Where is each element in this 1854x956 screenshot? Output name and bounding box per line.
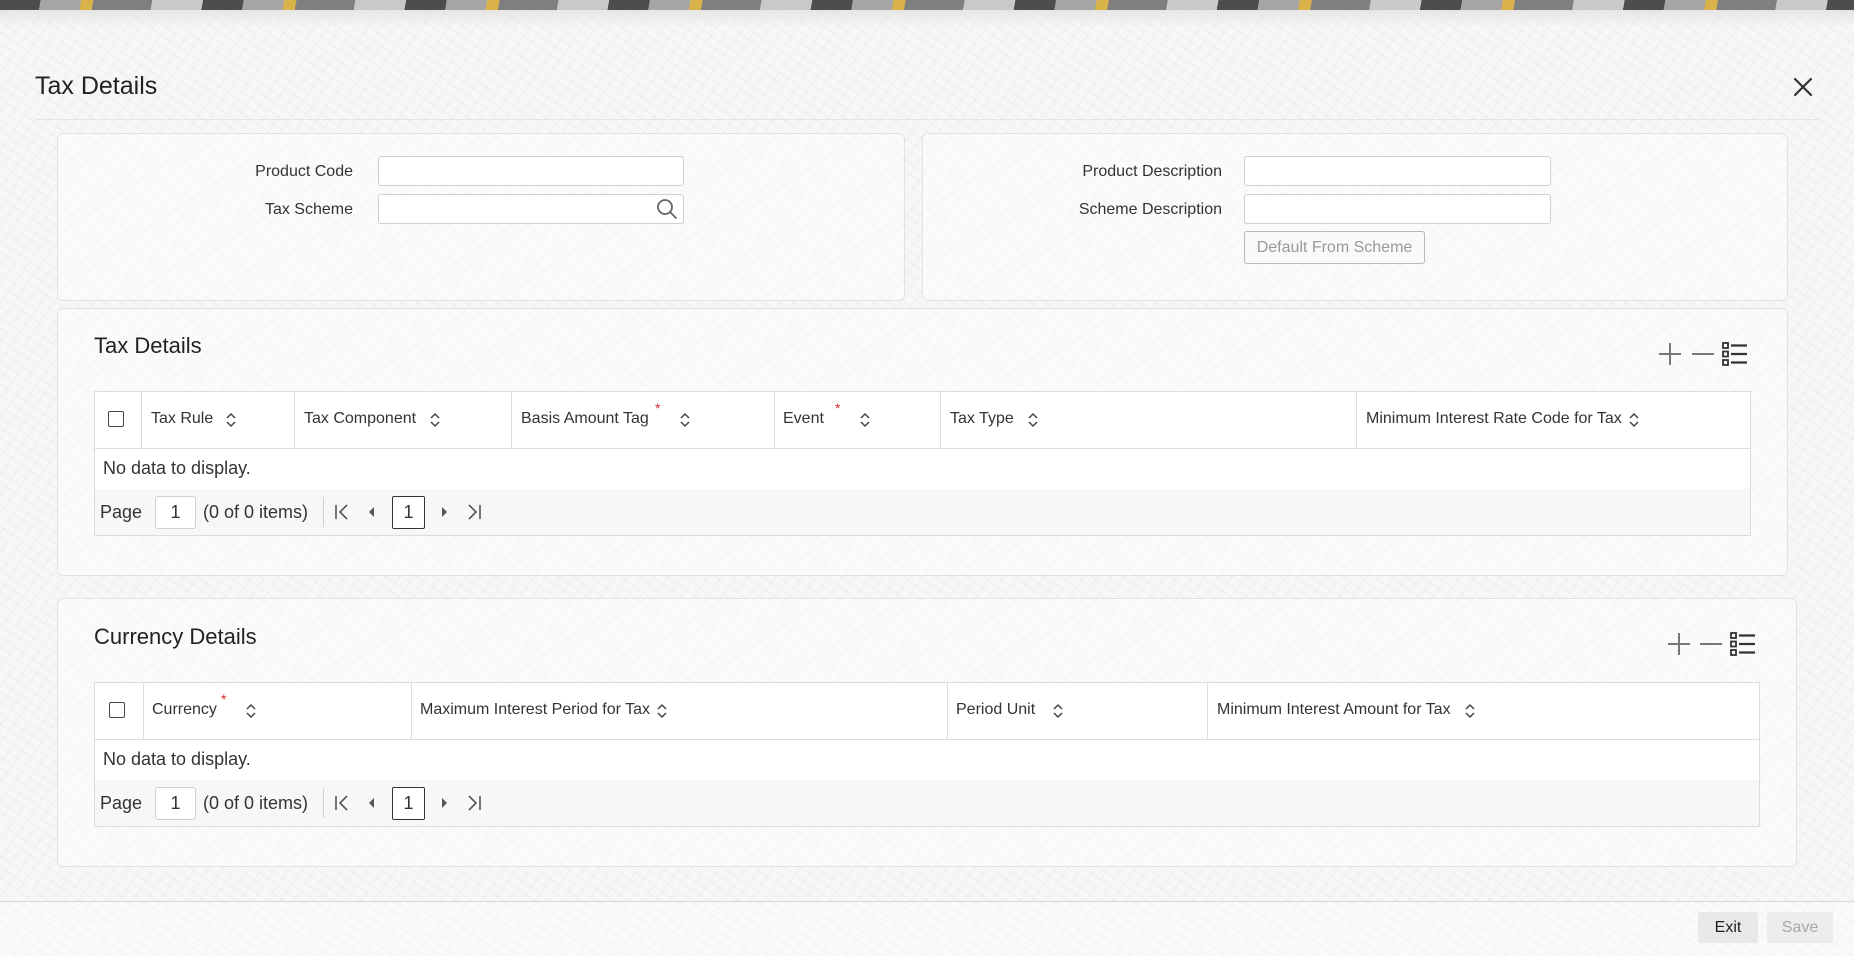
select-all-checkbox[interactable]	[109, 702, 125, 718]
sort-icon[interactable]	[1628, 411, 1640, 429]
header-banner-fade	[0, 10, 1854, 28]
sort-icon[interactable]	[1052, 702, 1064, 720]
remove-row-icon[interactable]	[1697, 630, 1725, 658]
first-page-icon[interactable]	[332, 793, 352, 813]
tax-details-table: Tax Rule Tax Component Basis Amount Tag …	[94, 391, 1751, 536]
required-marker: *	[221, 691, 227, 707]
column-label: Maximum Interest Period for Tax	[420, 701, 651, 718]
empty-table-message: No data to display.	[103, 458, 251, 478]
column-label: Minimum Interest Rate Code for Tax	[1366, 410, 1622, 427]
table-header: Tax Rule Tax Component Basis Amount Tag …	[95, 392, 1750, 449]
scheme-description-label: Scheme Description	[1078, 201, 1222, 218]
sort-icon[interactable]	[1464, 702, 1476, 720]
product-description-label: Product Description	[1082, 163, 1222, 180]
product-code-input[interactable]	[378, 156, 684, 186]
page-label: Page	[100, 502, 143, 522]
product-code-label: Product Code	[255, 163, 353, 180]
page-number-input[interactable]	[155, 787, 196, 820]
pager-divider	[323, 497, 324, 527]
sort-icon[interactable]	[656, 702, 668, 720]
column-header-basis-amount-tag: Basis Amount Tag *	[512, 392, 775, 448]
next-page-icon[interactable]	[435, 793, 455, 813]
column-header-tax-component: Tax Component	[295, 392, 512, 448]
column-label: Event	[783, 410, 824, 427]
column-label: Minimum Interest Amount for Tax	[1217, 701, 1451, 718]
currency-details-title: Currency Details	[94, 624, 257, 649]
page-number-input[interactable]	[155, 496, 196, 529]
remove-row-icon[interactable]	[1689, 340, 1717, 368]
column-header-currency: Currency *	[144, 683, 412, 739]
footer-bar	[0, 902, 1854, 956]
sort-icon[interactable]	[679, 411, 691, 429]
column-list-icon[interactable]	[1729, 630, 1757, 658]
first-page-icon[interactable]	[332, 502, 352, 522]
title-divider	[35, 119, 1819, 120]
sort-icon[interactable]	[429, 411, 441, 429]
pagination-bar: Page (0 of 0 items) 1	[95, 780, 1759, 826]
column-label: Tax Rule	[151, 410, 214, 427]
column-header-period-unit: Period Unit	[948, 683, 1208, 739]
column-label: Period Unit	[956, 701, 1036, 718]
page-label: Page	[100, 793, 143, 813]
item-count: (0 of 0 items)	[203, 502, 309, 522]
pagination-bar: Page (0 of 0 items) 1	[95, 489, 1750, 535]
previous-page-icon[interactable]	[361, 793, 381, 813]
select-all-column	[95, 683, 144, 739]
exit-button[interactable]: Exit	[1698, 912, 1758, 943]
column-label: Tax Component	[304, 410, 417, 427]
select-all-checkbox[interactable]	[108, 411, 124, 427]
search-icon[interactable]	[655, 197, 679, 221]
tax-scheme-input[interactable]	[378, 194, 684, 224]
column-header-event: Event *	[775, 392, 941, 448]
table-header: Currency * Maximum Interest Period for T…	[95, 683, 1759, 740]
add-row-icon[interactable]	[1665, 630, 1693, 658]
column-header-min-interest-amount: Minimum Interest Amount for Tax	[1208, 683, 1759, 739]
column-header-tax-rule: Tax Rule	[142, 392, 295, 448]
last-page-icon[interactable]	[464, 793, 484, 813]
column-header-tax-type: Tax Type	[941, 392, 1357, 448]
column-list-icon[interactable]	[1721, 340, 1749, 368]
page-title: Tax Details	[35, 72, 158, 100]
default-from-scheme-button[interactable]: Default From Scheme	[1244, 231, 1425, 264]
empty-table-message: No data to display.	[103, 749, 251, 769]
sort-icon[interactable]	[225, 411, 237, 429]
select-all-column	[95, 392, 142, 448]
save-button[interactable]: Save	[1767, 912, 1833, 943]
scheme-description-input[interactable]	[1244, 194, 1551, 224]
column-header-min-interest-rate-code: Minimum Interest Rate Code for Tax	[1357, 392, 1750, 448]
tax-scheme-label: Tax Scheme	[264, 201, 353, 218]
sort-icon[interactable]	[245, 702, 257, 720]
currency-details-table: Currency * Maximum Interest Period for T…	[94, 682, 1760, 827]
close-icon[interactable]	[1790, 74, 1816, 100]
header-banner	[0, 0, 1854, 10]
product-description-input[interactable]	[1244, 156, 1551, 186]
column-header-max-interest-period: Maximum Interest Period for Tax	[412, 683, 948, 739]
required-marker: *	[655, 400, 661, 416]
add-row-icon[interactable]	[1656, 340, 1684, 368]
item-count: (0 of 0 items)	[203, 793, 309, 813]
tax-details-title: Tax Details	[94, 333, 202, 358]
column-label: Currency	[152, 701, 217, 718]
column-label: Basis Amount Tag	[521, 410, 649, 427]
current-page-button[interactable]: 1	[392, 496, 425, 529]
column-label: Tax Type	[950, 410, 1014, 427]
current-page-button[interactable]: 1	[392, 787, 425, 820]
next-page-icon[interactable]	[435, 502, 455, 522]
last-page-icon[interactable]	[464, 502, 484, 522]
previous-page-icon[interactable]	[361, 502, 381, 522]
pager-divider	[323, 788, 324, 818]
sort-icon[interactable]	[1027, 411, 1039, 429]
sort-icon[interactable]	[859, 411, 871, 429]
required-marker: *	[835, 400, 841, 416]
